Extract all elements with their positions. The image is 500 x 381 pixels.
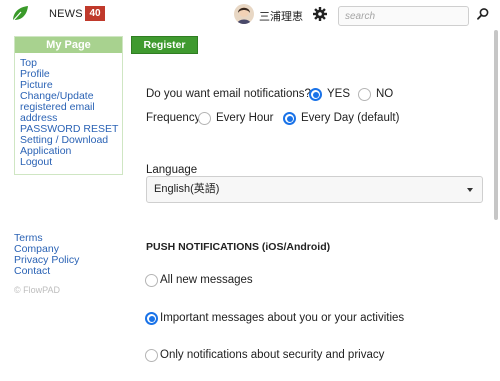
push-all-radio[interactable] <box>145 274 158 287</box>
chevron-down-icon <box>467 188 473 192</box>
gear-icon[interactable] <box>312 6 328 22</box>
news-count-badge: 40 <box>85 6 105 21</box>
push-security-radio[interactable] <box>145 349 158 362</box>
email-yes-label[interactable]: YES <box>327 88 350 100</box>
language-select[interactable]: English(英語) <box>146 176 483 203</box>
language-value: English(英語) <box>154 183 220 195</box>
frequency-label: Frequency <box>146 112 201 124</box>
menu-title: My Page <box>15 37 122 53</box>
username[interactable]: 三浦理恵 <box>259 8 303 24</box>
frequency-hour-radio[interactable] <box>198 112 211 125</box>
frequency-day-radio[interactable] <box>283 112 296 125</box>
email-no-label[interactable]: NO <box>376 88 393 100</box>
language-label: Language <box>146 164 198 176</box>
sidebar-item-change-email[interactable]: Change/Update registered email address <box>20 91 122 124</box>
top-header: NEWS 40 三浦理恵 <box>0 0 500 30</box>
search-input[interactable] <box>338 6 469 26</box>
sidebar-item-setting-download[interactable]: Setting / Download Application <box>20 135 122 157</box>
sidebar-item-logout[interactable]: Logout <box>20 157 122 168</box>
email-yes-radio[interactable] <box>309 88 322 101</box>
scrollbar-thumb[interactable] <box>494 30 498 220</box>
push-security-label[interactable]: Only notifications about security and pr… <box>160 349 384 361</box>
frequency-day-label[interactable]: Every Day (default) <box>301 112 399 124</box>
register-button[interactable]: Register <box>131 36 198 54</box>
my-page-menu: My Page Top Profile Picture Change/Updat… <box>14 36 123 175</box>
menu-list: Top Profile Picture Change/Update regist… <box>15 53 122 168</box>
search-icon[interactable] <box>476 7 490 21</box>
frequency-hour-label[interactable]: Every Hour <box>216 112 274 124</box>
news-link[interactable]: NEWS <box>49 8 83 20</box>
email-no-radio[interactable] <box>358 88 371 101</box>
leaf-logo-icon[interactable] <box>10 4 30 24</box>
push-notifications-title: PUSH NOTIFICATIONS (iOS/Android) <box>146 241 331 253</box>
footer-links: Terms Company Privacy Policy Contact <box>14 233 79 277</box>
avatar[interactable] <box>234 4 254 24</box>
push-important-radio[interactable] <box>145 312 158 325</box>
push-all-label[interactable]: All new messages <box>160 274 253 286</box>
footer-link-contact[interactable]: Contact <box>14 266 79 277</box>
email-question: Do you want email notifications? <box>146 88 311 100</box>
copyright: © FlowPAD <box>14 285 60 295</box>
push-important-label[interactable]: Important messages about you or your act… <box>160 312 404 324</box>
